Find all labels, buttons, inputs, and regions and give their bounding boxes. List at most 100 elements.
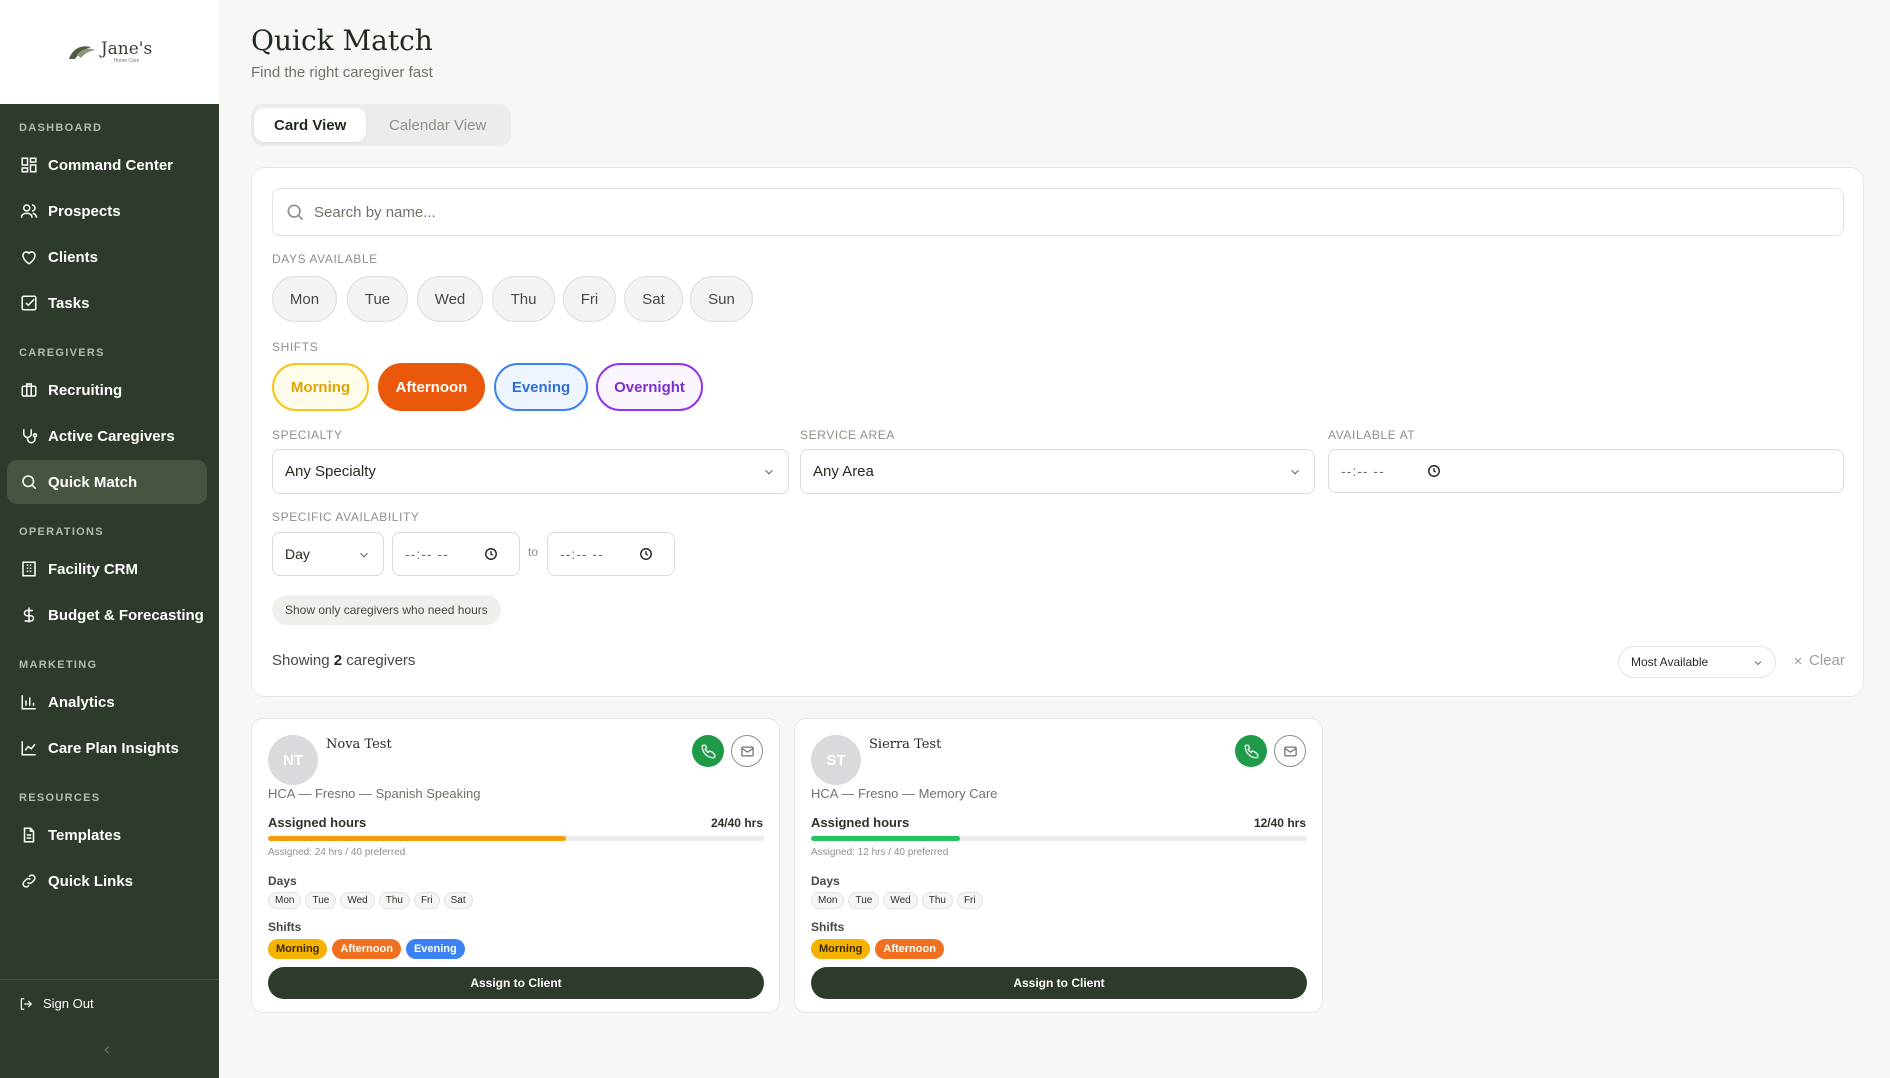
- sidebar-item-label: Active Caregivers: [48, 427, 175, 445]
- sidebar-item-clients[interactable]: Clients: [7, 235, 207, 279]
- caregiver-days: Mon Tue Wed Thu Fri Sat: [268, 892, 473, 909]
- day-chip: Mon: [268, 892, 302, 909]
- assigned-hours-fill: [811, 836, 960, 841]
- to-label: to: [528, 545, 539, 559]
- service-area-select[interactable]: Any Area: [800, 449, 1315, 494]
- days-available-label: DAYS AVAILABLE: [272, 252, 378, 266]
- day-pill-mon[interactable]: Mon: [272, 276, 337, 322]
- assigned-hours-bar: [268, 836, 764, 841]
- clock-icon: [640, 548, 652, 560]
- showing-count: 2: [333, 652, 343, 669]
- sidebar-item-label: Facility CRM: [48, 560, 139, 578]
- file-icon: [23, 827, 35, 843]
- shift-chip-afternoon: Afternoon: [332, 939, 401, 959]
- close-icon: [1794, 657, 1802, 664]
- avatar: NT: [268, 735, 318, 785]
- assigned-hours-note: Assigned: 12 hrs / 40 preferred: [811, 847, 949, 858]
- shift-chip-evening: Evening: [405, 939, 465, 959]
- sidebar-item-quick-links[interactable]: Quick Links: [7, 859, 207, 903]
- shifts-label: SHIFTS: [272, 340, 319, 354]
- sidebar-item-active-caregivers[interactable]: Active Caregivers: [7, 414, 207, 458]
- nav-section-operations: OPERATIONS: [19, 526, 104, 538]
- specialty-value: Any Specialty: [285, 463, 376, 480]
- sidebar-item-command-center[interactable]: Command Center: [7, 143, 207, 187]
- search-input[interactable]: [314, 203, 1814, 221]
- available-at-time-input[interactable]: --:-- --: [1328, 449, 1844, 493]
- link-icon: [22, 874, 36, 888]
- nav-section-dashboard: DASHBOARD: [19, 122, 103, 134]
- call-button[interactable]: [692, 735, 724, 767]
- day-chip: Tue: [305, 892, 337, 909]
- sign-out-button[interactable]: Sign Out: [19, 996, 94, 1011]
- email-button[interactable]: [731, 735, 763, 767]
- tab-card-view[interactable]: Card View: [254, 108, 367, 142]
- line-chart-icon: [21, 741, 36, 756]
- assigned-hours-note: Assigned: 24 hrs / 40 preferred: [268, 847, 406, 858]
- available-at-label: AVAILABLE AT: [1328, 428, 1416, 442]
- sidebar-item-recruiting[interactable]: Recruiting: [7, 368, 207, 412]
- specific-availability-label: SPECIFIC AVAILABILITY: [272, 510, 420, 524]
- shift-pill-evening[interactable]: Evening: [494, 363, 588, 411]
- day-pill-sun[interactable]: Sun: [690, 276, 753, 322]
- sidebar-item-label: Care Plan Insights: [48, 739, 179, 757]
- day-chip: Tue: [848, 892, 880, 909]
- building-icon: [22, 561, 36, 577]
- specific-from-time-input[interactable]: --:-- --: [392, 532, 520, 576]
- assign-to-client-button[interactable]: Assign to Client: [268, 967, 764, 999]
- sidebar-item-analytics[interactable]: Analytics: [7, 680, 207, 724]
- sidebar-divider: [0, 979, 219, 980]
- email-button[interactable]: [1274, 735, 1306, 767]
- dollar-icon: [23, 607, 35, 623]
- assigned-hours-value: 24/40 hrs: [710, 816, 763, 830]
- sort-select[interactable]: Most Available: [1618, 646, 1776, 678]
- showing-prefix: Showing: [272, 652, 330, 669]
- sidebar-item-label: Templates: [48, 826, 122, 844]
- day-pill-tue[interactable]: Tue: [347, 276, 408, 322]
- caregiver-description: HCA — Fresno — Spanish Speaking: [268, 786, 481, 801]
- specific-to-time-input[interactable]: --:-- --: [547, 532, 675, 576]
- day-chip: Sat: [443, 892, 473, 909]
- search-box[interactable]: [272, 188, 1844, 236]
- assigned-hours-fill: [268, 836, 566, 841]
- chevron-down-icon: [765, 469, 773, 475]
- need-hours-toggle[interactable]: Show only caregivers who need hours: [272, 595, 501, 625]
- shifts-label: Shifts: [268, 920, 302, 934]
- results-count: Showing 2 caregivers: [272, 652, 415, 669]
- specialty-select[interactable]: Any Specialty: [272, 449, 789, 494]
- grid-icon: [21, 157, 37, 173]
- chevron-down-icon: [1291, 469, 1299, 475]
- day-pill-wed[interactable]: Wed: [417, 276, 483, 322]
- specialty-label: SPECIALTY: [272, 428, 343, 442]
- available-at-value: --:-- --: [1341, 463, 1385, 479]
- service-area-value: Any Area: [813, 463, 874, 480]
- shift-pill-overnight[interactable]: Overnight: [596, 363, 703, 411]
- sidebar-item-prospects[interactable]: Prospects: [7, 189, 207, 233]
- sidebar-item-templates[interactable]: Templates: [7, 813, 207, 857]
- sidebar-item-label: Command Center: [48, 156, 174, 174]
- tab-calendar-view[interactable]: Calendar View: [369, 108, 506, 142]
- checkbox-icon: [21, 295, 37, 311]
- day-pill-thu[interactable]: Thu: [492, 276, 555, 322]
- specific-day-select[interactable]: Day: [272, 532, 384, 576]
- caregiver-description: HCA — Fresno — Memory Care: [811, 786, 998, 801]
- shifts-label: Shifts: [811, 920, 845, 934]
- sidebar-item-quick-match[interactable]: Quick Match: [7, 460, 207, 504]
- day-chip: Fri: [956, 892, 983, 909]
- shift-pill-morning[interactable]: Morning: [272, 363, 369, 411]
- filter-panel: DAYS AVAILABLE Mon Tue Wed Thu Fri Sat S…: [251, 167, 1864, 697]
- logo[interactable]: Jane's Home Care: [67, 40, 152, 64]
- day-pill-sat[interactable]: Sat: [624, 276, 683, 322]
- call-button[interactable]: [1235, 735, 1267, 767]
- page-subtitle: Find the right caregiver fast: [251, 64, 433, 81]
- sidebar-item-care-plan-insights[interactable]: Care Plan Insights: [7, 726, 207, 770]
- sidebar-item-tasks[interactable]: Tasks: [7, 281, 207, 325]
- clear-filters-button[interactable]: Clear: [1792, 652, 1845, 669]
- chevron-down-icon: [1754, 661, 1762, 666]
- sidebar-item-facility-crm[interactable]: Facility CRM: [7, 547, 207, 591]
- assign-to-client-button[interactable]: Assign to Client: [811, 967, 1307, 999]
- day-pill-fri[interactable]: Fri: [563, 276, 616, 322]
- chevron-left-icon[interactable]: [100, 1043, 114, 1057]
- phone-icon: [701, 744, 715, 758]
- sidebar-item-budget-forecasting[interactable]: Budget & Forecasting: [7, 593, 207, 637]
- shift-pill-afternoon[interactable]: Afternoon: [378, 363, 485, 411]
